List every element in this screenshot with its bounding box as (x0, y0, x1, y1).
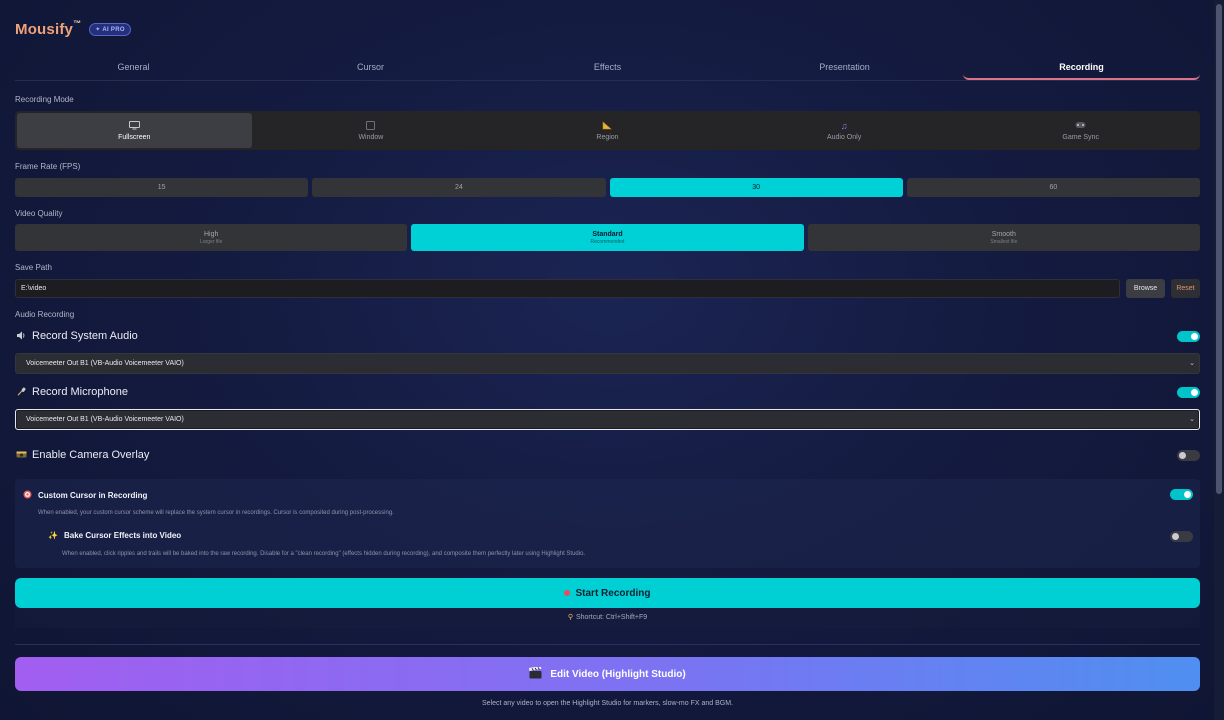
audio-recording-label: Audio Recording (15, 310, 75, 319)
record-dot-icon (564, 590, 571, 596)
system-audio-row: Record System Audio (15, 330, 138, 342)
quality-subtitle: Larger file (200, 238, 223, 245)
edit-video-label: Edit Video (Highlight Studio) (550, 668, 686, 680)
edit-video-button[interactable]: Edit Video (Highlight Studio) (15, 657, 1200, 691)
system-audio-title: Record System Audio (32, 330, 138, 342)
toggle-knob (1179, 452, 1186, 459)
bake-effects-title: Bake Cursor Effects into Video (63, 531, 182, 540)
pin-icon: ⚲ (567, 614, 573, 621)
toggle-knob (1184, 491, 1191, 498)
microphone-title: Record Microphone (32, 386, 128, 398)
quality-subtitle: Recommended (590, 238, 625, 245)
recording-mode-label: Recording Mode (15, 95, 74, 104)
mode-fullscreen[interactable]: Fullscreen (17, 113, 252, 148)
select-value: Voicemeeter Out B1 (VB-Audio Voicemeeter… (26, 360, 184, 367)
start-recording-label: Start Recording (575, 587, 651, 599)
quality-title: Smooth (991, 230, 1016, 238)
quality-standard-button[interactable]: Standard Recommended (411, 224, 804, 251)
mode-label: Window (358, 133, 384, 141)
mode-audio-only[interactable]: ♫ Audio Only (727, 113, 962, 148)
camera-icon (15, 450, 27, 460)
recording-mode-selector: Fullscreen Window Region ♫ Audio Only Ga… (15, 111, 1200, 150)
clapperboard-icon (529, 665, 542, 682)
microphone-row: Record Microphone (15, 386, 128, 398)
video-quality-selector: High Larger file Standard Recommended Sm… (15, 224, 1200, 251)
tab-general[interactable]: General (15, 54, 252, 80)
chevron-down-icon: ⌄ (1189, 360, 1195, 367)
monitor-icon (128, 120, 140, 132)
app-logo: Mousify™ (15, 18, 82, 38)
page-scrollbar[interactable] (1214, 0, 1224, 720)
section-divider (15, 644, 1200, 645)
microphone-icon (15, 387, 27, 398)
microphone-device-select[interactable]: Voicemeeter Out B1 (VB-Audio Voicemeeter… (15, 409, 1200, 430)
frame-rate-label: Frame Rate (FPS) (15, 162, 81, 171)
app-header: Mousify™ ✦ AI PRO (15, 18, 131, 40)
start-recording-button[interactable]: Start Recording (15, 578, 1200, 608)
speaker-icon (15, 331, 27, 342)
microphone-toggle[interactable] (1177, 387, 1200, 398)
tab-effects[interactable]: Effects (489, 54, 726, 80)
custom-cursor-description: When enabled, your custom cursor scheme … (38, 510, 394, 516)
target-icon (23, 490, 32, 501)
chevron-down-icon: ⌄ (1189, 416, 1195, 423)
toggle-knob (1191, 389, 1198, 396)
settings-tabs: General Cursor Effects Presentation Reco… (15, 54, 1200, 81)
custom-cursor-row: Custom Cursor in Recording (23, 490, 147, 501)
mode-label: Audio Only (826, 133, 862, 141)
tab-recording[interactable]: Recording (963, 54, 1200, 80)
shortcut-text: Shortcut: Ctrl+Shift+F9 (575, 614, 648, 621)
bake-effects-toggle[interactable] (1170, 531, 1193, 542)
reset-path-button[interactable]: Reset (1171, 279, 1200, 298)
save-path-label: Save Path (15, 263, 52, 272)
gamepad-icon (1075, 121, 1086, 132)
fps-30-button[interactable]: 30 (609, 178, 903, 197)
system-audio-toggle[interactable] (1177, 331, 1200, 342)
toggle-knob (1172, 533, 1179, 540)
toggle-knob (1191, 333, 1198, 340)
custom-cursor-title: Custom Cursor in Recording (38, 491, 148, 500)
custom-cursor-panel: Custom Cursor in Recording When enabled,… (15, 479, 1200, 568)
quality-smooth-button[interactable]: Smooth Smallest file (807, 224, 1200, 251)
shortcut-hint: ⚲ Shortcut: Ctrl+Shift+F9 (15, 608, 1200, 628)
mode-region[interactable]: Region (490, 113, 725, 148)
mode-label: Game Sync (1062, 133, 1099, 141)
frame-rate-selector: 15 24 30 60 (15, 178, 1200, 197)
fps-60-button[interactable]: 60 (906, 178, 1200, 197)
mode-window[interactable]: Window (254, 113, 489, 148)
mode-label: Region (596, 133, 619, 141)
quality-high-button[interactable]: High Larger file (15, 224, 408, 251)
quality-subtitle: Smallest file (990, 238, 1018, 245)
camera-overlay-row: Enable Camera Overlay (15, 449, 149, 461)
quality-title: High (203, 230, 219, 238)
select-value: Voicemeeter Out B1 (VB-Audio Voicemeeter… (26, 416, 184, 423)
ai-pro-badge: ✦ AI PRO (89, 22, 131, 36)
bake-effects-description: When enabled, click ripples and trails w… (62, 551, 586, 557)
fps-24-button[interactable]: 24 (312, 178, 606, 197)
browse-button[interactable]: Browse (1126, 279, 1165, 298)
sparkles-icon: ✨ (48, 531, 58, 540)
mode-label: Fullscreen (118, 133, 151, 141)
bake-effects-row: ✨ Bake Cursor Effects into Video (48, 531, 181, 540)
mode-game-sync[interactable]: Game Sync (963, 113, 1198, 148)
custom-cursor-toggle[interactable] (1170, 489, 1193, 500)
footer-note: Select any video to open the Highlight S… (482, 700, 733, 707)
fps-15-button[interactable]: 15 (15, 178, 309, 197)
tab-presentation[interactable]: Presentation (726, 54, 963, 80)
scrollbar-thumb[interactable] (1216, 4, 1222, 494)
tab-cursor[interactable]: Cursor (252, 54, 489, 80)
save-path-input[interactable]: E:\video (15, 279, 1120, 298)
system-audio-device-select[interactable]: Voicemeeter Out B1 (VB-Audio Voicemeeter… (15, 353, 1200, 374)
music-icon: ♫ (840, 120, 848, 131)
ruler-icon (602, 120, 613, 132)
camera-overlay-toggle[interactable] (1177, 450, 1200, 461)
camera-overlay-title: Enable Camera Overlay (32, 449, 150, 461)
video-quality-label: Video Quality (15, 209, 63, 218)
recording-settings-app: Mousify™ ✦ AI PRO General Cursor Effects… (15, 0, 1200, 720)
window-icon (366, 120, 376, 132)
quality-title: Standard (592, 230, 623, 238)
